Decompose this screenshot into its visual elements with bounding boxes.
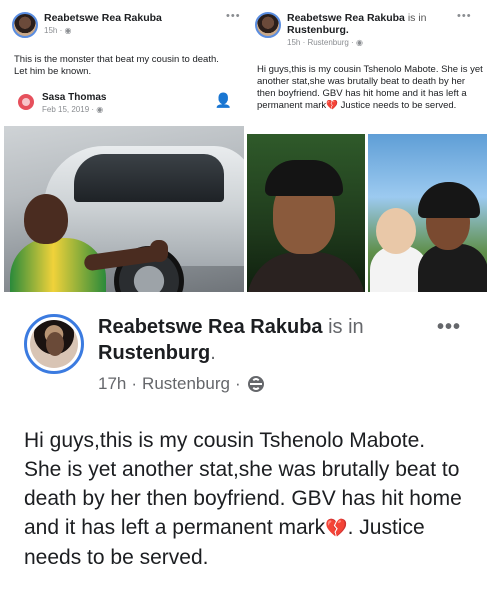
post-time: 15h · Rustenburg · ◉ [287, 38, 363, 47]
right-post-header: Reabetswe Rea Rakuba is in Rustenburg. 1… [255, 12, 427, 47]
main-post: Reabetswe Rea Rakuba is in Rustenburg. 1… [0, 300, 491, 612]
add-friend-icon[interactable]: 👤 [215, 92, 232, 109]
post-header: Reabetswe Rea Rakuba is in Rustenburg. 1… [98, 314, 418, 394]
post-photo-with-child[interactable] [368, 134, 487, 292]
tagged-person-row[interactable]: Sasa Thomas Feb 15, 2019 · ◉ 👤 [18, 92, 238, 114]
more-icon[interactable]: ••• [226, 10, 241, 22]
globe-icon: ◉ [96, 105, 104, 114]
right-post-card: Reabetswe Rea Rakuba is in Rustenburg. 1… [247, 4, 487, 292]
broken-heart-icon: 💔 [325, 518, 348, 538]
more-icon[interactable]: ••• [457, 10, 472, 22]
globe-icon: ◉ [355, 38, 363, 47]
globe-icon: ◉ [64, 26, 72, 35]
author-name[interactable]: Reabetswe Rea Rakuba [98, 316, 323, 338]
location-link[interactable]: Rustenburg [287, 24, 346, 36]
post-photo-car[interactable] [4, 126, 244, 292]
left-post-header: Reabetswe Rea Rakuba 15h · ◉ [12, 12, 162, 38]
author-name[interactable]: Reabetswe Rea Rakuba [287, 12, 405, 24]
globe-icon [247, 376, 264, 392]
tag-avatar-icon [18, 94, 34, 110]
more-options-icon[interactable]: ••• [437, 316, 461, 339]
avatar[interactable] [24, 314, 84, 374]
tagged-date: Feb 15, 2019 · ◉ [42, 105, 104, 114]
left-post-card: Reabetswe Rea Rakuba 15h · ◉ ••• This is… [4, 4, 244, 292]
post-time[interactable]: 17h [98, 374, 126, 394]
post-time: 15h · ◉ [44, 26, 72, 35]
post-text-line2: She is yet another stat,she was brutally… [24, 458, 462, 569]
tagged-name[interactable]: Sasa Thomas [42, 92, 106, 104]
post-photo-portrait[interactable] [247, 134, 365, 292]
post-body: Hi guys,this is my cousin Tshenolo Mabot… [24, 426, 474, 572]
post-meta: 17h · Rustenburg · [98, 374, 418, 394]
author-name[interactable]: Reabetswe Rea Rakuba [44, 12, 162, 24]
post-text: This is the monster that beat my cousin … [14, 54, 219, 77]
broken-heart-icon: 💔 [326, 100, 339, 111]
location-link[interactable]: Rustenburg [98, 342, 210, 364]
post-text: Hi guys,this is my cousin Tshenolo Mabot… [257, 64, 483, 111]
screenshot-collage: Reabetswe Rea Rakuba 15h · ◉ ••• This is… [0, 0, 491, 292]
avatar[interactable] [255, 12, 281, 38]
avatar[interactable] [12, 12, 38, 38]
post-text-line1: Hi guys,this is my cousin Tshenolo Mabot… [24, 429, 426, 452]
post-place[interactable]: Rustenburg [142, 374, 230, 394]
